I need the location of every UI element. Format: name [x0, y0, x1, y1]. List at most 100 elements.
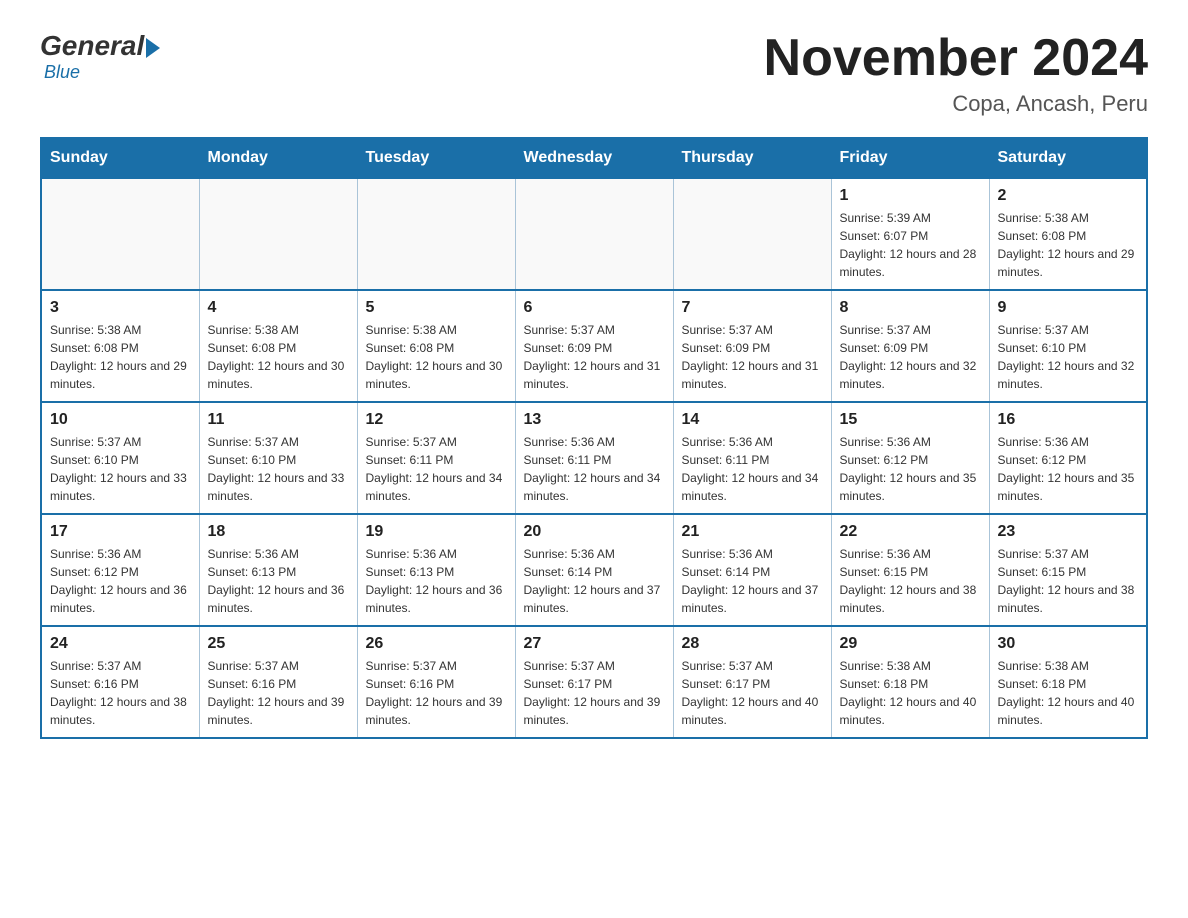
calendar-week-row: 10 Sunrise: 5:37 AM Sunset: 6:10 PM Dayli… [41, 402, 1147, 514]
calendar-cell: 14Sunrise: 5:36 AM Sunset: 6:11 PM Dayli… [673, 402, 831, 514]
day-of-week-header: Tuesday [357, 138, 515, 178]
day-info: Sunrise: 5:37 AM Sunset: 6:17 PM Dayligh… [682, 657, 823, 729]
day-number: 13 [524, 411, 665, 429]
day-info: Sunrise: 5:37 AM Sunset: 6:15 PM Dayligh… [998, 545, 1139, 617]
calendar-table: SundayMondayTuesdayWednesdayThursdayFrid… [40, 137, 1148, 739]
calendar-cell: 5Sunrise: 5:38 AM Sunset: 6:08 PM Daylig… [357, 290, 515, 402]
day-number: 28 [682, 635, 823, 653]
calendar-cell: 15 Sunrise: 5:36 AM Sunset: 6:12 PM Dayli… [831, 402, 989, 514]
day-of-week-header: Sunday [41, 138, 199, 178]
calendar-header-row: SundayMondayTuesdayWednesdayThursdayFrid… [41, 138, 1147, 178]
calendar-cell: 24Sunrise: 5:37 AM Sunset: 6:16 PM Dayli… [41, 626, 199, 738]
day-number: 23 [998, 523, 1139, 541]
calendar-cell: 11 Sunrise: 5:37 AM Sunset: 6:10 PM Dayli… [199, 402, 357, 514]
day-info: Sunrise: 5:38 AM Sunset: 6:18 PM Dayligh… [840, 657, 981, 729]
calendar-cell: 10 Sunrise: 5:37 AM Sunset: 6:10 PM Dayli… [41, 402, 199, 514]
day-number: 9 [998, 299, 1139, 317]
calendar-week-row: 17 Sunrise: 5:36 AM Sunset: 6:12 PM Dayli… [41, 514, 1147, 626]
day-info: Sunrise: 5:38 AM Sunset: 6:08 PM Dayligh… [998, 209, 1139, 281]
day-number: 25 [208, 635, 349, 653]
day-number: 19 [366, 523, 507, 541]
day-info: Sunrise: 5:37 AM Sunset: 6:17 PM Dayligh… [524, 657, 665, 729]
calendar-cell: 27 Sunrise: 5:37 AM Sunset: 6:17 PM Dayli… [515, 626, 673, 738]
day-of-week-header: Saturday [989, 138, 1147, 178]
day-number: 1 [840, 187, 981, 205]
calendar-cell: 25 Sunrise: 5:37 AM Sunset: 6:16 PM Dayli… [199, 626, 357, 738]
day-number: 15 [840, 411, 981, 429]
calendar-cell: 23 Sunrise: 5:37 AM Sunset: 6:15 PM Dayli… [989, 514, 1147, 626]
day-of-week-header: Thursday [673, 138, 831, 178]
calendar-cell: 1 Sunrise: 5:39 AM Sunset: 6:07 PM Daylig… [831, 178, 989, 290]
day-number: 4 [208, 299, 349, 317]
calendar-cell: 9 Sunrise: 5:37 AM Sunset: 6:10 PM Daylig… [989, 290, 1147, 402]
day-number: 12 [366, 411, 507, 429]
calendar-cell: 13 Sunrise: 5:36 AM Sunset: 6:11 PM Dayli… [515, 402, 673, 514]
day-number: 8 [840, 299, 981, 317]
day-info: Sunrise: 5:37 AM Sunset: 6:16 PM Dayligh… [208, 657, 349, 729]
day-info: Sunrise: 5:36 AM Sunset: 6:12 PM Dayligh… [50, 545, 191, 617]
logo-blue-text: Blue [44, 62, 80, 82]
calendar-cell [41, 178, 199, 290]
day-info: Sunrise: 5:37 AM Sunset: 6:10 PM Dayligh… [50, 433, 191, 505]
day-of-week-header: Wednesday [515, 138, 673, 178]
calendar-cell: 28 Sunrise: 5:37 AM Sunset: 6:17 PM Dayli… [673, 626, 831, 738]
calendar-cell: 16Sunrise: 5:36 AM Sunset: 6:12 PM Dayli… [989, 402, 1147, 514]
calendar-week-row: 1 Sunrise: 5:39 AM Sunset: 6:07 PM Daylig… [41, 178, 1147, 290]
page-header: General Blue November 2024 Copa, Ancash,… [40, 30, 1148, 117]
calendar-cell: 21Sunrise: 5:36 AM Sunset: 6:14 PM Dayli… [673, 514, 831, 626]
day-number: 14 [682, 411, 823, 429]
calendar-cell: 12 Sunrise: 5:37 AM Sunset: 6:11 PM Dayli… [357, 402, 515, 514]
day-of-week-header: Monday [199, 138, 357, 178]
day-info: Sunrise: 5:36 AM Sunset: 6:14 PM Dayligh… [524, 545, 665, 617]
day-number: 27 [524, 635, 665, 653]
calendar-cell: 8 Sunrise: 5:37 AM Sunset: 6:09 PM Daylig… [831, 290, 989, 402]
calendar-cell: 29Sunrise: 5:38 AM Sunset: 6:18 PM Dayli… [831, 626, 989, 738]
day-number: 24 [50, 635, 191, 653]
calendar-week-row: 24 Sunrise: 5:37 AM Sunset: 6:16 PM Dayli… [41, 626, 1147, 738]
day-number: 7 [682, 299, 823, 317]
day-info: Sunrise: 5:38 AM Sunset: 6:18 PM Dayligh… [998, 657, 1139, 729]
calendar-cell: 17 Sunrise: 5:36 AM Sunset: 6:12 PM Dayli… [41, 514, 199, 626]
day-info: Sunrise: 5:37 AM Sunset: 6:09 PM Dayligh… [840, 321, 981, 393]
day-number: 26 [366, 635, 507, 653]
day-info: Sunrise: 5:36 AM Sunset: 6:12 PM Dayligh… [840, 433, 981, 505]
day-info: Sunrise: 5:38 AM Sunset: 6:08 PM Dayligh… [50, 321, 191, 393]
day-info: Sunrise: 5:38 AM Sunset: 6:08 PM Dayligh… [366, 321, 507, 393]
day-number: 17 [50, 523, 191, 541]
calendar-cell [515, 178, 673, 290]
calendar-cell: 2 Sunrise: 5:38 AM Sunset: 6:08 PM Daylig… [989, 178, 1147, 290]
calendar-week-row: 3Sunrise: 5:38 AM Sunset: 6:08 PM Daylig… [41, 290, 1147, 402]
day-info: Sunrise: 5:37 AM Sunset: 6:09 PM Dayligh… [682, 321, 823, 393]
day-number: 6 [524, 299, 665, 317]
day-info: Sunrise: 5:36 AM Sunset: 6:13 PM Dayligh… [366, 545, 507, 617]
calendar-cell: 20 Sunrise: 5:36 AM Sunset: 6:14 PM Dayli… [515, 514, 673, 626]
day-info: Sunrise: 5:37 AM Sunset: 6:10 PM Dayligh… [998, 321, 1139, 393]
day-info: Sunrise: 5:38 AM Sunset: 6:08 PM Dayligh… [208, 321, 349, 393]
day-number: 22 [840, 523, 981, 541]
location-text: Copa, Ancash, Peru [764, 91, 1148, 117]
day-number: 21 [682, 523, 823, 541]
day-info: Sunrise: 5:39 AM Sunset: 6:07 PM Dayligh… [840, 209, 981, 281]
day-info: Sunrise: 5:36 AM Sunset: 6:15 PM Dayligh… [840, 545, 981, 617]
day-number: 11 [208, 411, 349, 429]
day-number: 2 [998, 187, 1139, 205]
calendar-cell [357, 178, 515, 290]
day-number: 10 [50, 411, 191, 429]
day-number: 18 [208, 523, 349, 541]
calendar-cell: 4 Sunrise: 5:38 AM Sunset: 6:08 PM Daylig… [199, 290, 357, 402]
calendar-cell: 3Sunrise: 5:38 AM Sunset: 6:08 PM Daylig… [41, 290, 199, 402]
title-section: November 2024 Copa, Ancash, Peru [764, 30, 1148, 117]
day-info: Sunrise: 5:37 AM Sunset: 6:09 PM Dayligh… [524, 321, 665, 393]
day-info: Sunrise: 5:36 AM Sunset: 6:13 PM Dayligh… [208, 545, 349, 617]
day-info: Sunrise: 5:36 AM Sunset: 6:11 PM Dayligh… [524, 433, 665, 505]
day-number: 16 [998, 411, 1139, 429]
calendar-cell: 30Sunrise: 5:38 AM Sunset: 6:18 PM Dayli… [989, 626, 1147, 738]
calendar-cell: 18 Sunrise: 5:36 AM Sunset: 6:13 PM Dayli… [199, 514, 357, 626]
calendar-cell: 22 Sunrise: 5:36 AM Sunset: 6:15 PM Dayli… [831, 514, 989, 626]
month-title: November 2024 [764, 30, 1148, 87]
day-info: Sunrise: 5:37 AM Sunset: 6:10 PM Dayligh… [208, 433, 349, 505]
calendar-cell: 6 Sunrise: 5:37 AM Sunset: 6:09 PM Daylig… [515, 290, 673, 402]
day-info: Sunrise: 5:37 AM Sunset: 6:11 PM Dayligh… [366, 433, 507, 505]
logo: General Blue [40, 30, 160, 83]
day-number: 20 [524, 523, 665, 541]
